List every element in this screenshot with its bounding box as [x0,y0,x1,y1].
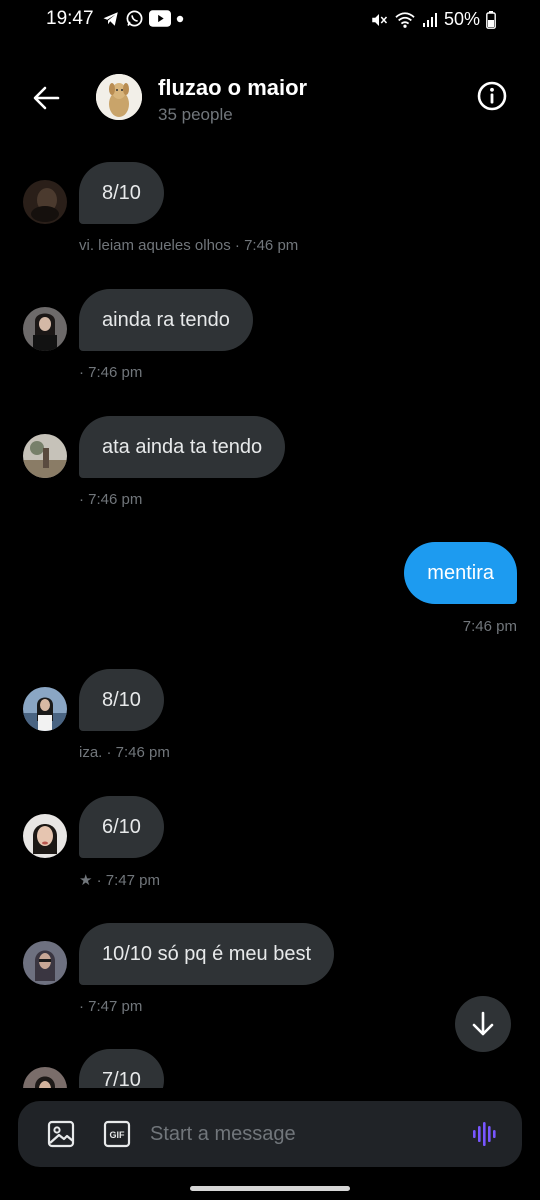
image-button[interactable] [46,1119,76,1149]
message-meta: · 7:46 pm [79,364,143,381]
info-icon [477,81,507,111]
avatar[interactable] [23,307,67,351]
whatsapp-icon [126,10,143,27]
home-indicator[interactable] [190,1186,350,1191]
group-avatar[interactable] [96,74,142,120]
message-bubble[interactable]: ata ainda ta tendo [79,416,286,478]
notification-icons [102,9,184,28]
wifi-icon [395,11,415,28]
user-photo-icon [23,814,67,858]
user-photo-icon [23,307,67,351]
user-photo-icon [23,434,67,478]
message-bubble[interactable]: 6/10 [79,796,164,858]
message-meta: 7:46 pm [462,618,517,635]
message-meta: iza. · 7:46 pm [79,744,170,761]
message-bubble[interactable]: 8/10 [79,162,164,224]
avatar[interactable] [23,687,67,731]
message-bubble[interactable]: 10/10 só pq é meu best [79,923,335,985]
gif-icon: GIF [103,1120,131,1148]
battery-icon [486,10,496,29]
youtube-icon [149,10,171,27]
avatar[interactable] [23,941,67,985]
mute-icon [372,13,388,26]
avatar[interactable] [23,434,67,478]
message-bubble-own[interactable]: mentira [404,542,517,604]
dot-icon [176,15,184,22]
battery-percent: 50% [443,9,480,29]
back-button[interactable] [28,80,64,116]
signal-icon [422,12,437,27]
dog-photo-icon [96,74,142,120]
arrow-left-icon [33,86,60,110]
user-photo-icon [23,941,67,985]
avatar[interactable] [23,814,67,858]
status-bar: 19:47 50% [0,0,540,40]
system-icons: 50% [370,9,496,30]
message-meta: ★ · 7:47 pm [79,872,160,889]
gif-button[interactable]: GIF [102,1119,132,1149]
telegram-icon [103,11,118,26]
message-meta: vi. leiam aqueles olhos · 7:46 pm [79,237,299,254]
gif-label: GIF [110,1130,126,1140]
info-button[interactable] [476,80,512,116]
voice-message-button[interactable] [470,1119,500,1149]
user-photo-icon [23,180,67,224]
message-meta: · 7:46 pm [79,491,143,508]
message-input[interactable]: Start a message [150,1123,296,1146]
avatar[interactable] [23,180,67,224]
message-composer: GIF Start a message [18,1101,522,1167]
arrow-down-icon [472,1011,494,1036]
message-bubble[interactable]: 8/10 [79,669,164,731]
scroll-to-bottom-button[interactable] [455,996,511,1052]
audio-wave-icon [473,1122,496,1146]
image-icon [47,1120,75,1148]
participants-count[interactable]: 35 people [158,105,233,125]
group-title[interactable]: fluzao o maior [158,75,307,101]
status-time: 19:47 [46,8,94,29]
user-photo-icon [23,687,67,731]
message-bubble[interactable]: ainda ra tendo [79,289,253,351]
conversation-header: fluzao o maior 35 people [0,60,540,140]
message-meta: · 7:47 pm [79,998,143,1015]
